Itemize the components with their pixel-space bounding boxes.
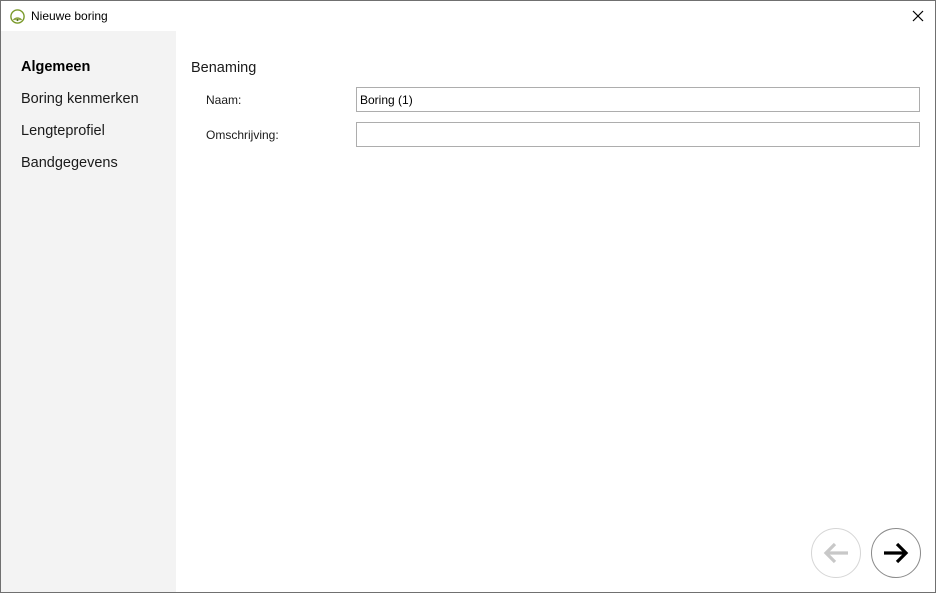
sidebar-item-boring-kenmerken[interactable]: Boring kenmerken [21, 91, 139, 107]
dialog-window: Nieuwe boring Algemeen Boring kenmerken … [0, 0, 936, 593]
window-title: Nieuwe boring [31, 9, 108, 23]
main-panel: Benaming Naam: Omschrijving: [176, 31, 935, 592]
sidebar-item-bandgegevens[interactable]: Bandgegevens [21, 155, 118, 171]
sidebar-item-algemeen[interactable]: Algemeen [21, 59, 90, 75]
arrow-left-icon [823, 542, 848, 564]
naam-field[interactable] [356, 87, 920, 112]
section-title: Benaming [191, 60, 257, 76]
title-bar: Nieuwe boring [1, 1, 935, 31]
close-button[interactable] [901, 1, 935, 31]
arrow-right-icon [884, 542, 909, 564]
next-button[interactable] [871, 528, 921, 578]
close-icon [912, 10, 924, 22]
sidebar-item-lengteprofiel[interactable]: Lengteprofiel [21, 123, 105, 139]
omschrijving-label: Omschrijving: [206, 128, 279, 142]
omschrijving-field[interactable] [356, 122, 920, 147]
back-button[interactable] [811, 528, 861, 578]
app-logo-icon [10, 9, 25, 24]
naam-label: Naam: [206, 93, 242, 107]
sidebar-nav: Algemeen Boring kenmerken Lengteprofiel … [1, 31, 176, 592]
